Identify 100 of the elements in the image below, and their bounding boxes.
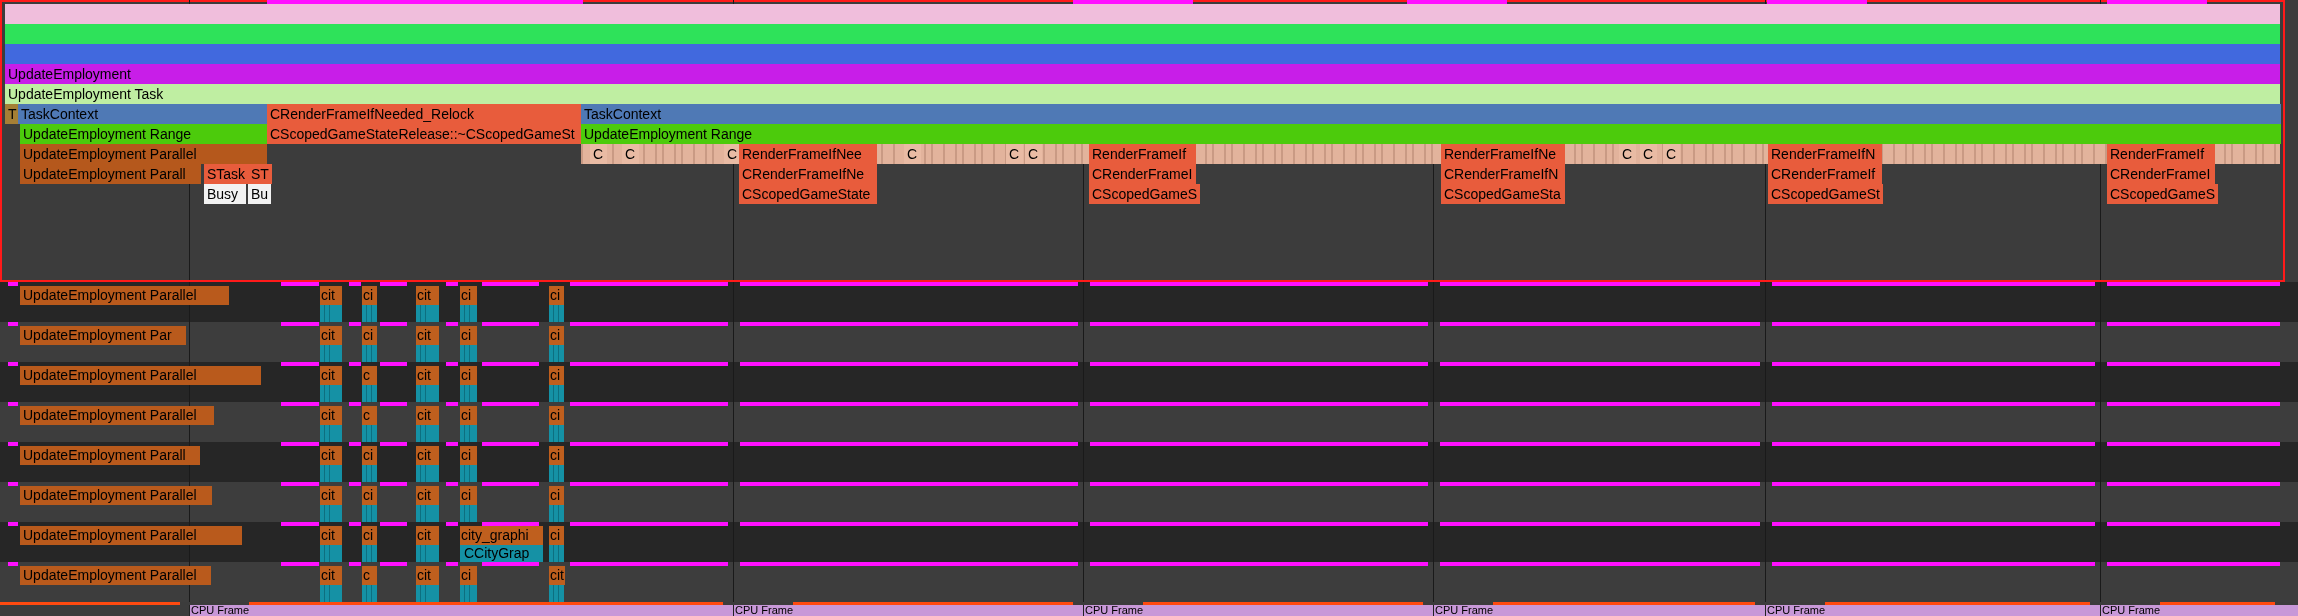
profiler-zone[interactable]: cit <box>416 286 439 305</box>
child-zone-drawing <box>320 545 342 562</box>
profiler-zone[interactable]: ci <box>549 406 564 425</box>
profiler-zone[interactable]: Bu <box>248 184 272 204</box>
profiler-zone[interactable]: CRenderFrameIfNe <box>739 164 877 184</box>
profiler-zone[interactable]: cit <box>320 366 342 385</box>
profiler-zone[interactable]: ci <box>549 326 564 345</box>
profiler-zone[interactable]: ci <box>460 566 477 585</box>
profiler-zone[interactable]: CScopedGameSt <box>1768 184 1883 204</box>
profiler-zone[interactable]: CScopedGameSta <box>1441 184 1565 204</box>
profiler-zone[interactable]: ci <box>460 326 477 345</box>
cpu-frame-zone[interactable]: CPU Frame <box>733 605 1083 616</box>
profiler-zone[interactable]: ci <box>460 446 477 465</box>
profiler-zone[interactable]: c <box>362 406 377 425</box>
cpu-frame-zone[interactable]: CPU Frame <box>1765 605 2100 616</box>
profiler-zone[interactable]: CScopedGameS <box>2107 184 2219 204</box>
profiler-zone[interactable]: ci <box>362 446 377 465</box>
profiler-zone[interactable]: CRenderFrameIfNeeded_Relock <box>267 104 581 124</box>
profiler-zone[interactable]: ST <box>248 164 272 184</box>
profiler-zone[interactable]: CRenderFrameI <box>2107 164 2215 184</box>
profiler-zone[interactable]: city_graphi <box>460 526 543 545</box>
call-sample[interactable]: C <box>1663 144 1680 164</box>
profiler-zone[interactable]: RenderFrameIfNe <box>1441 144 1565 164</box>
profiler-zone[interactable]: cit <box>320 406 342 425</box>
cpu-frame-zone[interactable]: CPU Frame <box>2100 605 2298 616</box>
profiler-zone[interactable]: cit <box>416 406 439 425</box>
profiler-zone[interactable]: UpdateEmployment Parallel <box>20 406 214 425</box>
profiler-zone[interactable]: ci <box>362 526 377 545</box>
profiler-zone[interactable]: RenderFrameIfN <box>1768 144 1882 164</box>
profiler-zone[interactable]: cit <box>416 566 439 585</box>
profiler-zone[interactable]: UpdateEmployment <box>5 64 2280 84</box>
call-sample[interactable]: C <box>1025 144 1042 164</box>
profiler-zone[interactable]: cit <box>320 526 342 545</box>
profiler-zone[interactable]: CCityGrap <box>460 545 543 562</box>
call-sample[interactable]: C <box>1619 144 1636 164</box>
profiler-zone[interactable]: ci <box>460 486 477 505</box>
profiler-zone[interactable]: TaskContext <box>581 104 2281 124</box>
child-zone-drawing <box>362 345 377 362</box>
profiler-zone[interactable]: cit <box>416 446 439 465</box>
profiler-zone[interactable]: UpdateEmployment Parallel <box>20 486 212 505</box>
profiler-zone[interactable]: cit <box>416 366 439 385</box>
profiler-zone[interactable]: RenderFrameIf <box>2107 144 2215 164</box>
profiler-zone[interactable]: CScopedGameS <box>1089 184 1201 204</box>
profiler-zone[interactable]: UpdateEmployment Parallel <box>20 366 261 385</box>
profiler-zone[interactable]: ci <box>362 486 377 505</box>
profiler-zone[interactable]: ci <box>362 286 377 305</box>
profiler-zone[interactable]: RenderFrameIfNee <box>739 144 877 164</box>
profiler-zone[interactable]: cit <box>416 486 439 505</box>
profiler-zone[interactable]: cit <box>320 566 342 585</box>
child-zone-drawing <box>416 505 439 522</box>
profiler-zone[interactable]: CRenderFrameI <box>1089 164 1196 184</box>
profiler-zone[interactable]: ci <box>549 446 564 465</box>
profiler-zone[interactable]: RenderFrameIf <box>1089 144 1196 164</box>
profiler-zone[interactable]: cit <box>416 326 439 345</box>
child-zone-drawing <box>549 305 564 322</box>
profiler-zone[interactable]: ci <box>460 286 477 305</box>
profiler-zone[interactable]: CRenderFrameIf <box>1768 164 1882 184</box>
profiler-zone[interactable]: ci <box>460 406 477 425</box>
profiler-zone[interactable]: cit <box>320 326 342 345</box>
profiler-zone[interactable]: cit <box>416 526 439 545</box>
profiler-zone[interactable]: UpdateEmployment Parallel <box>20 286 229 305</box>
profiler-zone[interactable]: ci <box>549 286 564 305</box>
call-sample[interactable]: C <box>590 144 607 164</box>
profiler-zone[interactable]: ci <box>460 366 477 385</box>
profiler-zone[interactable]: UpdateEmployment Range <box>581 124 2281 144</box>
cpu-frame-zone[interactable]: CPU Frame <box>1083 605 1433 616</box>
profiler-zone[interactable]: UpdateEmployment Range <box>20 124 267 144</box>
profiler-zone[interactable]: c <box>362 566 377 585</box>
profiler-zone[interactable]: ci <box>549 526 564 545</box>
profiler-zone[interactable]: cit <box>549 566 565 585</box>
profiler-zone[interactable]: UpdateEmployment Par <box>20 326 186 345</box>
profiler-zone[interactable]: UpdateEmployment Parall <box>20 446 200 465</box>
cpu-frame-zone[interactable]: CPU Frame <box>189 605 733 616</box>
profiler-zone[interactable]: cit <box>320 486 342 505</box>
profiler-zone[interactable]: ci <box>362 326 377 345</box>
profiler-zone[interactable]: STask <box>204 164 249 184</box>
call-sample[interactable]: C <box>1640 144 1657 164</box>
call-sample[interactable]: C <box>724 144 741 164</box>
child-zone-drawing <box>416 545 439 562</box>
call-sample[interactable]: C <box>1006 144 1023 164</box>
cpu-frame-zone[interactable]: CPU Frame <box>1433 605 1765 616</box>
call-sample[interactable]: C <box>622 144 639 164</box>
profiler-zone[interactable]: cit <box>320 446 342 465</box>
profiler-zone[interactable]: CRenderFrameIfN <box>1441 164 1565 184</box>
profiler-zone[interactable]: c <box>362 366 377 385</box>
profiler-zone[interactable]: UpdateEmployment Parallel <box>20 526 242 545</box>
profiler-zone[interactable]: UpdateEmployment Parall <box>20 164 201 184</box>
profiler-zone[interactable]: ci <box>549 366 564 385</box>
profiler-zone[interactable]: TaskContext <box>18 104 267 124</box>
profiler-zone[interactable]: Busy <box>204 184 246 204</box>
profiler-zone[interactable]: T <box>5 104 20 124</box>
profiler-zone[interactable]: ci <box>549 486 564 505</box>
call-sample[interactable]: C <box>904 144 921 164</box>
profiler-zone[interactable]: CScopedGameState <box>739 184 877 204</box>
profiler-zone[interactable]: UpdateEmployment Task <box>5 84 2280 104</box>
profiler-zone[interactable]: CScopedGameStateRelease::~CScopedGameSt <box>267 124 581 144</box>
profiler-zone[interactable]: UpdateEmployment Parallel <box>20 566 211 585</box>
child-zone-drawing <box>320 425 342 442</box>
profiler-zone[interactable]: cit <box>320 286 342 305</box>
profiler-zone[interactable]: UpdateEmployment Parallel <box>20 144 267 164</box>
